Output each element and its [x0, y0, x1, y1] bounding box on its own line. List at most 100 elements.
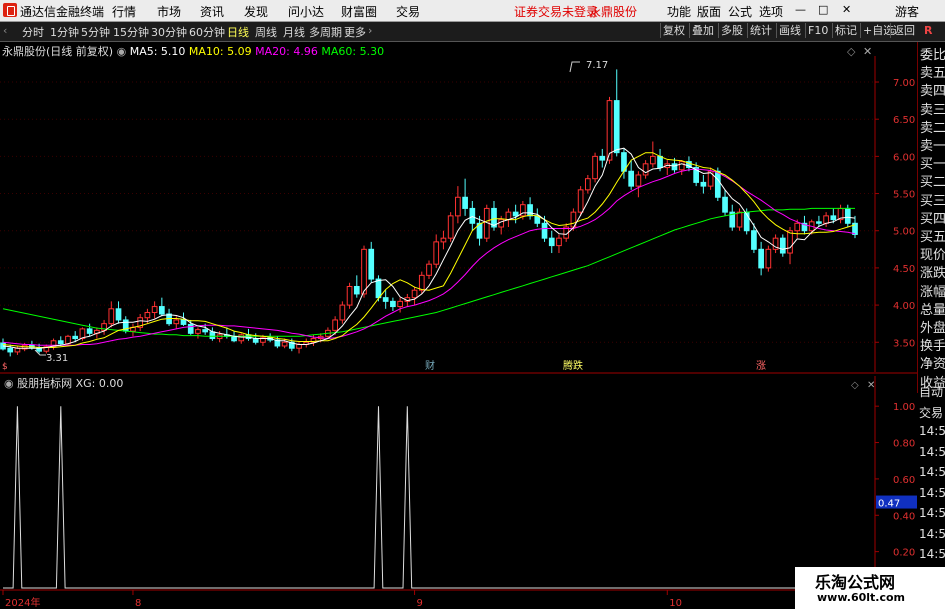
price-tick-label: 4.50: [893, 264, 915, 275]
ma20-line: [2, 168, 856, 346]
candle-down: [844, 207, 851, 224]
menu-gongneng[interactable]: 功能: [667, 3, 691, 20]
tab-60min[interactable]: 60分钟: [189, 24, 225, 40]
candle-down: [180, 319, 187, 325]
candle-down: [375, 278, 382, 299]
indicator-axis-labels: 1.00 0.80 0.60 0.40 0.20 0.47: [875, 402, 917, 559]
maximize-icon[interactable]: □: [818, 3, 828, 16]
candle-up: [606, 100, 613, 161]
event-tengdie[interactable]: 腾跌: [563, 359, 583, 372]
quote-field-label: 卖一: [920, 139, 945, 154]
menu-hangqing[interactable]: 行情: [112, 3, 136, 20]
trade-field-label[interactable]: 自动: [919, 383, 943, 400]
event-cai[interactable]: 财: [425, 359, 435, 372]
candle-down: [527, 204, 533, 217]
trade-field-label[interactable]: 交易: [919, 404, 943, 421]
watermark-url: www.60lt.com: [817, 591, 906, 604]
candle-up: [765, 248, 772, 269]
trade-field-label: 14:56: [919, 424, 945, 438]
tab-multi-period[interactable]: 多周期: [309, 24, 342, 40]
candle-up: [411, 289, 418, 299]
price-tick-label: 7.00: [893, 78, 915, 89]
candle-down: [830, 215, 837, 221]
tab-1min[interactable]: 1分钟: [50, 24, 79, 40]
btn-diejia[interactable]: 叠加: [689, 23, 716, 38]
candle-up: [556, 237, 562, 247]
candle-down: [390, 300, 396, 308]
menu-jiaoyi[interactable]: 交易: [396, 3, 420, 20]
btn-fuquan[interactable]: 复权: [660, 23, 687, 38]
tab-monthly[interactable]: 月线: [283, 24, 305, 40]
diamond-icon[interactable]: ◇: [847, 45, 856, 58]
candle-down: [714, 170, 721, 198]
trade-field-label: 14:56: [919, 526, 945, 541]
quote-field-label: 卖二: [920, 120, 945, 136]
chart-canvas[interactable]: 7.00 6.50 6.00 5.50 5.00 4.50 4.00 3.50 1.00 0.8…: [0, 42, 917, 609]
tab-15min[interactable]: 15分钟: [113, 24, 149, 40]
indicator-name: 股朋指标网: [17, 377, 73, 390]
menu-caifuquan[interactable]: 财富圈: [341, 3, 377, 20]
price-tick-label: 6.50: [893, 115, 915, 126]
indicator-diamond-icon[interactable]: ◇: [851, 380, 859, 391]
app-logo-icon: [3, 3, 17, 17]
candle-up: [678, 161, 685, 171]
price-tick-label: 3.50: [893, 338, 915, 349]
candle-up: [592, 155, 598, 180]
btn-tongji[interactable]: 统计: [747, 23, 774, 38]
menu-zixun[interactable]: 资讯: [200, 3, 224, 20]
indicator-settings-icon[interactable]: ◉: [4, 377, 14, 390]
scroll-marker-icon[interactable]: $: [2, 362, 8, 372]
quote-field-label: 买一: [920, 157, 945, 173]
candle-up: [332, 319, 338, 331]
candle-up: [794, 222, 801, 232]
panel-close-icon[interactable]: ✕: [863, 45, 872, 58]
candle-up: [736, 211, 743, 228]
menu-faxian[interactable]: 发现: [244, 3, 268, 20]
quote-field-label: 买五: [920, 230, 945, 245]
indicator-close-icon[interactable]: ✕: [867, 380, 875, 391]
candle-up: [455, 196, 461, 217]
price-axis-labels: 7.00 6.50 6.00 5.50 5.00 4.50 4.00 3.50: [893, 78, 915, 349]
trade-field-label: 14:56: [919, 506, 945, 520]
close-icon[interactable]: ✕: [842, 3, 851, 16]
candle-down: [368, 248, 375, 280]
price-tick-label: 6.00: [893, 152, 915, 163]
menu-gongshi[interactable]: 公式: [728, 3, 752, 20]
tab-30min[interactable]: 30分钟: [151, 24, 187, 40]
indicator-tick-label: 0.40: [893, 511, 915, 522]
high-pointer-line: [569, 61, 580, 73]
menu-shichang[interactable]: 市场: [157, 3, 181, 20]
btn-back[interactable]: 返回: [890, 23, 917, 38]
quote-field-label: 换手: [920, 339, 945, 355]
chevron-left-icon[interactable]: ‹: [3, 24, 7, 37]
candle-up: [418, 274, 425, 291]
user-label[interactable]: 游客: [895, 3, 919, 20]
menu-banmian[interactable]: 版面: [697, 3, 721, 20]
quote-field-label: 总量: [920, 302, 945, 318]
candle-up: [787, 230, 793, 254]
candle-down: [599, 155, 606, 161]
btn-duogu[interactable]: 多股: [718, 23, 745, 38]
tab-5min[interactable]: 5分钟: [81, 24, 110, 40]
btn-huaxian[interactable]: 画线: [776, 23, 803, 38]
candle-up: [397, 300, 403, 308]
trade-login-notice[interactable]: 证券交易未登录: [514, 3, 598, 20]
menu-wenxiaoda[interactable]: 问小达: [288, 3, 324, 20]
candle-down: [657, 155, 663, 169]
tab-more[interactable]: 更多: [344, 24, 366, 40]
candle-up: [339, 304, 346, 321]
tab-fenshi[interactable]: 分时: [22, 24, 44, 40]
candle-up: [65, 335, 71, 345]
xg-signal-line: [3, 406, 855, 589]
btn-f10[interactable]: F10: [805, 23, 830, 38]
event-zhang[interactable]: 涨: [756, 360, 766, 372]
quote-field-label: 卖三: [920, 102, 945, 118]
minimize-icon[interactable]: —: [795, 3, 806, 16]
tab-daily[interactable]: 日线: [227, 24, 249, 40]
price-tick-label: 4.00: [893, 301, 915, 312]
menu-xuanxiang[interactable]: 选项: [759, 3, 783, 20]
chevron-right-icon[interactable]: ›: [368, 24, 372, 37]
tab-weekly[interactable]: 周线: [255, 24, 277, 40]
candle-down: [751, 230, 757, 250]
btn-biaoji[interactable]: 标记: [832, 23, 859, 38]
